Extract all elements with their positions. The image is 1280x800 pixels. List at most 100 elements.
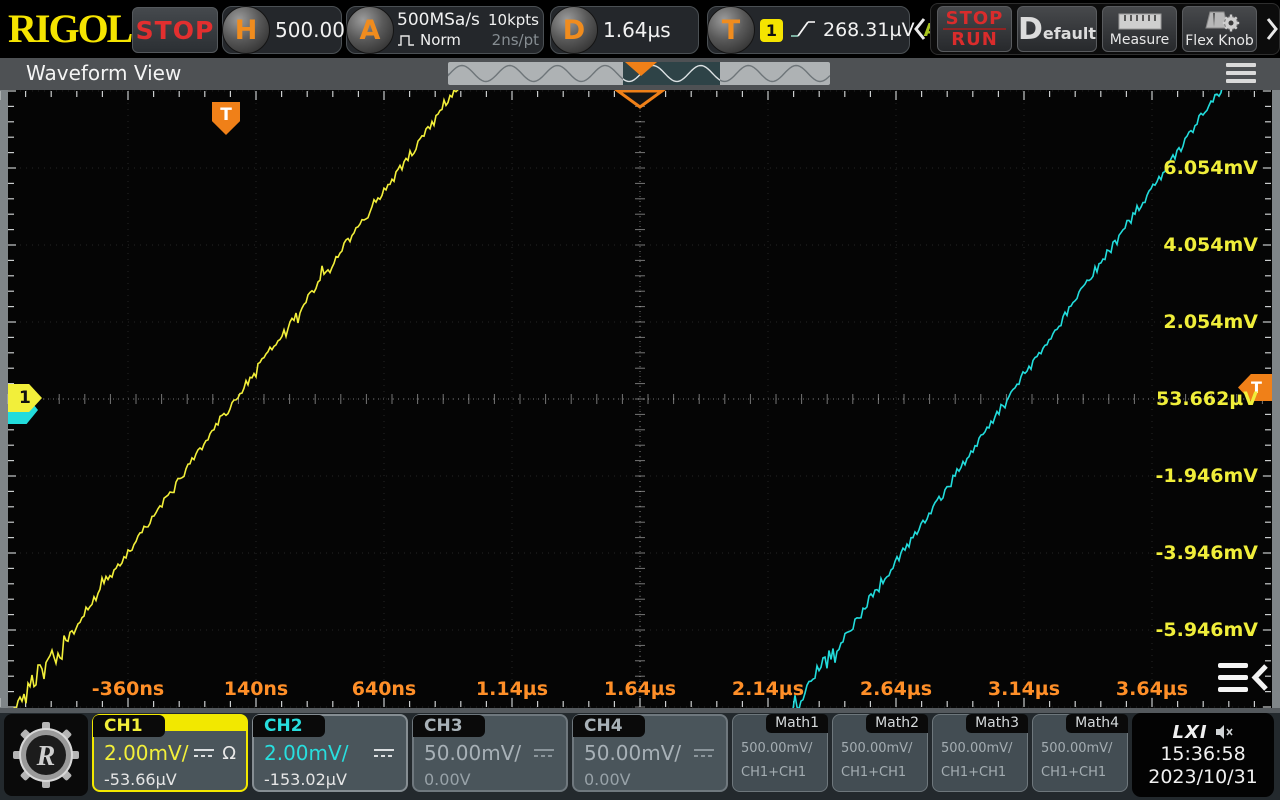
- voltage-axis-label: 4.054mV: [1118, 234, 1258, 256]
- acquisition-preview-bar[interactable]: [448, 62, 830, 85]
- d-knob-button[interactable]: D: [550, 6, 598, 54]
- ch3-scale: 50.00mV/: [424, 741, 521, 765]
- math4-scale: 500.00mV/: [1041, 741, 1112, 756]
- math4-expression: CH1+CH1: [1041, 765, 1106, 780]
- t-knob-button[interactable]: T: [707, 6, 755, 54]
- math-tab-math3: Math3: [966, 714, 1028, 733]
- measure-label: Measure: [1110, 32, 1170, 48]
- waveform-view-titlebar: Waveform View: [0, 58, 1280, 90]
- rigol-emblem-block[interactable]: R: [4, 714, 88, 796]
- quick-buttons-panel: STOP RUN Default Measure: [930, 3, 1280, 55]
- oscilloscope-screen: RIGOL STOP H 500.00ns/ A 500MSa/s 10kpts…: [0, 0, 1280, 800]
- time-axis-label: 640ns: [324, 678, 444, 700]
- ch1-offset: -53.66µV: [94, 766, 246, 789]
- math-card-math4[interactable]: Math4 500.00mV/ CH1+CH1: [1032, 714, 1128, 792]
- measure-button[interactable]: Measure: [1102, 6, 1177, 52]
- default-label: Default: [1018, 12, 1096, 47]
- rising-edge-icon: [790, 17, 816, 43]
- voltage-axis-label: -3.946mV: [1118, 542, 1258, 564]
- waveform-grid-area: T 1 T 6.054mV4.054mV2.054mV53.662µV-1.94…: [0, 90, 1280, 708]
- channel-tab-ch3: CH3: [413, 715, 485, 737]
- acquisition-group[interactable]: A 500MSa/s 10kpts Norm 2ns/pt: [346, 6, 544, 54]
- time-axis-label: 3.64µs: [1092, 678, 1212, 700]
- math-tab-math1: Math1: [766, 714, 828, 733]
- memory-depth: 10kpts: [488, 11, 539, 29]
- math1-scale: 500.00mV/: [741, 741, 812, 756]
- scroll-right-icon[interactable]: [1264, 16, 1279, 42]
- channel-tab-ch2: CH2: [253, 715, 325, 737]
- clock-date: 2023/10/31: [1148, 766, 1258, 789]
- channel-tab-ch1: CH1: [93, 715, 165, 737]
- math3-expression: CH1+CH1: [941, 765, 1006, 780]
- voltage-axis-label: 2.054mV: [1118, 311, 1258, 333]
- time-axis-label: 1.14µs: [452, 678, 572, 700]
- math-card-math2[interactable]: Math2 500.00mV/ CH1+CH1: [832, 714, 928, 792]
- ch1-active-strip: [162, 715, 247, 731]
- voltage-axis-label: -5.946mV: [1118, 619, 1258, 641]
- sample-rate: 500MSa/s: [397, 10, 480, 30]
- ch4-offset: 0.00V: [574, 766, 726, 789]
- collapse-menu-icon[interactable]: [1218, 660, 1270, 700]
- pulse-waveform-icon: [397, 34, 416, 47]
- knob-gear-icon: [1198, 10, 1242, 32]
- horizontal-position-marker[interactable]: [618, 91, 662, 107]
- delay-value: 1.64µs: [603, 7, 671, 53]
- delay-group[interactable]: D 1.64µs: [550, 6, 699, 54]
- time-axis-label: 140ns: [196, 678, 316, 700]
- dc-coupling-icon: [372, 747, 396, 759]
- preview-trigger-indicator: [625, 62, 657, 76]
- rigol-logo: RIGOL: [8, 6, 128, 52]
- math-card-math3[interactable]: Math3 500.00mV/ CH1+CH1: [932, 714, 1028, 792]
- top-bar: RIGOL STOP H 500.00ns/ A 500MSa/s 10kpts…: [0, 0, 1280, 58]
- graticule-canvas: [0, 90, 1280, 708]
- math-tab-math2: Math2: [866, 714, 928, 733]
- horizontal-scale-group[interactable]: H 500.00ns/: [222, 6, 342, 54]
- acquisition-mode: Norm: [420, 31, 461, 49]
- h-knob-button[interactable]: H: [222, 6, 270, 54]
- dc-coupling-icon: [532, 747, 556, 759]
- channel-card-ch1[interactable]: CH1 2.00mV/ Ω -53.66µV: [92, 714, 248, 792]
- channel-card-ch2[interactable]: CH2 2.00mV/ -153.02µV: [252, 714, 408, 792]
- view-title: Waveform View: [26, 61, 181, 85]
- ch4-scale: 50.00mV/: [584, 741, 681, 765]
- default-button[interactable]: Default: [1017, 6, 1097, 52]
- stop-run-button[interactable]: STOP RUN: [937, 6, 1012, 52]
- dc-coupling-icon: [692, 747, 716, 759]
- time-axis-label: 2.14µs: [708, 678, 828, 700]
- voltage-axis-label: 6.054mV: [1118, 157, 1258, 179]
- run-state-indicator[interactable]: STOP: [132, 7, 218, 53]
- math-tab-math4: Math4: [1066, 714, 1128, 733]
- trigger-source-badge: 1: [760, 19, 783, 42]
- a-knob-button[interactable]: A: [346, 6, 394, 54]
- math2-expression: CH1+CH1: [841, 765, 906, 780]
- bottom-bar: R CH1 2.00mV/ Ω -53.66µV: [0, 713, 1280, 800]
- trigger-level-value: 268.31µV: [823, 19, 915, 41]
- voltage-axis-label: 53.662µV: [1118, 388, 1258, 410]
- flex-knob-button[interactable]: Flex Knob: [1182, 6, 1257, 52]
- run-label: RUN: [951, 30, 998, 49]
- ch1-scale: 2.00mV/: [104, 741, 188, 765]
- speaker-muted-icon: [1214, 724, 1234, 740]
- hamburger-menu-icon[interactable]: [1226, 63, 1256, 87]
- flex-knob-label: Flex Knob: [1185, 33, 1254, 49]
- ch3-offset: 0.00V: [414, 766, 566, 789]
- impedance-label: Ω: [222, 743, 236, 764]
- scroll-left-icon[interactable]: [912, 16, 928, 42]
- status-clock-block[interactable]: LXI 15:36:58 2023/10/31: [1132, 713, 1274, 797]
- sample-interval: 2ns/pt: [492, 31, 539, 49]
- channel-tab-ch4: CH4: [573, 715, 645, 737]
- time-axis-label: -360ns: [68, 678, 188, 700]
- math-card-math1[interactable]: Math1 500.00mV/ CH1+CH1: [732, 714, 828, 792]
- time-axis-label: 1.64µs: [580, 678, 700, 700]
- clock-time: 15:36:58: [1160, 743, 1245, 766]
- trigger-group[interactable]: T 1 268.31µV A: [707, 6, 910, 54]
- svg-text:R: R: [36, 741, 56, 772]
- channel-card-ch4[interactable]: CH4 50.00mV/ 0.00V: [572, 714, 728, 792]
- time-axis-label: 3.14µs: [964, 678, 1084, 700]
- math3-scale: 500.00mV/: [941, 741, 1012, 756]
- voltage-axis-label: -1.946mV: [1118, 465, 1258, 487]
- channel-card-ch3[interactable]: CH3 50.00mV/ 0.00V: [412, 714, 568, 792]
- dc-coupling-icon: [192, 747, 216, 759]
- time-axis-label: 2.64µs: [836, 678, 956, 700]
- ch2-offset: -153.02µV: [254, 766, 406, 789]
